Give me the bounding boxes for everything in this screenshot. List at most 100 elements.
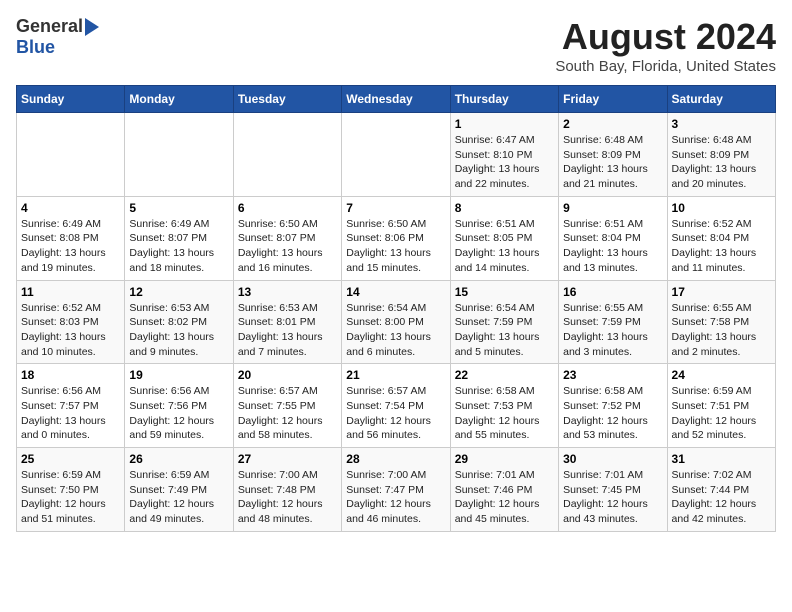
day-content: Sunrise: 7:01 AM Sunset: 7:45 PM Dayligh… [563, 468, 662, 527]
calendar-cell: 2 Sunrise: 6:48 AM Sunset: 8:09 PM Daylig… [559, 113, 667, 197]
day-number: 31 [672, 452, 771, 466]
day-content: Sunrise: 6:56 AM Sunset: 7:57 PM Dayligh… [21, 384, 120, 443]
calendar-cell: 9 Sunrise: 6:51 AM Sunset: 8:04 PM Daylig… [559, 196, 667, 280]
day-number: 6 [238, 201, 337, 215]
calendar-cell: 20Sunrise: 6:57 AM Sunset: 7:55 PM Dayli… [233, 364, 341, 448]
calendar-cell: 4 Sunrise: 6:49 AM Sunset: 8:08 PM Daylig… [17, 196, 125, 280]
day-number: 16 [563, 285, 662, 299]
day-number: 23 [563, 368, 662, 382]
calendar-week-row: 1Sunrise: 6:47 AM Sunset: 8:10 PM Daylig… [17, 113, 776, 197]
day-number: 3 [672, 117, 771, 131]
day-number: 15 [455, 285, 554, 299]
day-content: Sunrise: 6:51 AM Sunset: 8:05 PM Dayligh… [455, 217, 554, 276]
calendar-week-row: 11 Sunrise: 6:52 AM Sunset: 8:03 PM Dayli… [17, 280, 776, 364]
day-content: Sunrise: 6:50 AM Sunset: 8:07 PM Dayligh… [238, 217, 337, 276]
day-number: 8 [455, 201, 554, 215]
day-number: 2 [563, 117, 662, 131]
logo: General Blue [16, 16, 99, 58]
day-number: 13 [238, 285, 337, 299]
day-number: 7 [346, 201, 445, 215]
day-number: 4 [21, 201, 120, 215]
day-number: 26 [129, 452, 228, 466]
calendar-cell: 13 Sunrise: 6:53 AM Sunset: 8:01 PM Dayli… [233, 280, 341, 364]
header-friday: Friday [559, 86, 667, 113]
day-content: Sunrise: 6:56 AM Sunset: 7:56 PM Dayligh… [129, 384, 228, 443]
header-thursday: Thursday [450, 86, 558, 113]
calendar-cell: 22Sunrise: 6:58 AM Sunset: 7:53 PM Dayli… [450, 364, 558, 448]
calendar-cell: 14Sunrise: 6:54 AM Sunset: 8:00 PM Dayli… [342, 280, 450, 364]
calendar-cell: 11 Sunrise: 6:52 AM Sunset: 8:03 PM Dayli… [17, 280, 125, 364]
day-number: 10 [672, 201, 771, 215]
calendar-week-row: 18 Sunrise: 6:56 AM Sunset: 7:57 PM Dayli… [17, 364, 776, 448]
day-content: Sunrise: 6:55 AM Sunset: 7:58 PM Dayligh… [672, 301, 771, 360]
day-content: Sunrise: 7:00 AM Sunset: 7:48 PM Dayligh… [238, 468, 337, 527]
calendar-cell [17, 113, 125, 197]
calendar-cell: 10 Sunrise: 6:52 AM Sunset: 8:04 PM Dayli… [667, 196, 775, 280]
calendar-cell: 31 Sunrise: 7:02 AM Sunset: 7:44 PM Dayli… [667, 448, 775, 532]
calendar-cell: 8 Sunrise: 6:51 AM Sunset: 8:05 PM Daylig… [450, 196, 558, 280]
day-content: Sunrise: 6:48 AM Sunset: 8:09 PM Dayligh… [563, 133, 662, 192]
calendar-cell: 18 Sunrise: 6:56 AM Sunset: 7:57 PM Dayli… [17, 364, 125, 448]
day-number: 25 [21, 452, 120, 466]
calendar-week-row: 25 Sunrise: 6:59 AM Sunset: 7:50 PM Dayli… [17, 448, 776, 532]
header-wednesday: Wednesday [342, 86, 450, 113]
day-content: Sunrise: 6:50 AM Sunset: 8:06 PM Dayligh… [346, 217, 445, 276]
logo-blue-text: Blue [16, 37, 55, 57]
day-number: 5 [129, 201, 228, 215]
day-number: 28 [346, 452, 445, 466]
calendar-cell [342, 113, 450, 197]
day-content: Sunrise: 7:00 AM Sunset: 7:47 PM Dayligh… [346, 468, 445, 527]
calendar-cell [125, 113, 233, 197]
calendar-cell: 28 Sunrise: 7:00 AM Sunset: 7:47 PM Dayli… [342, 448, 450, 532]
calendar-cell: 27 Sunrise: 7:00 AM Sunset: 7:48 PM Dayli… [233, 448, 341, 532]
page-header: General Blue August 2024 South Bay, Flor… [16, 16, 776, 75]
calendar-table: SundayMondayTuesdayWednesdayThursdayFrid… [16, 85, 776, 532]
day-content: Sunrise: 7:01 AM Sunset: 7:46 PM Dayligh… [455, 468, 554, 527]
calendar-subtitle: South Bay, Florida, United States [555, 58, 776, 75]
day-number: 30 [563, 452, 662, 466]
day-content: Sunrise: 6:57 AM Sunset: 7:54 PM Dayligh… [346, 384, 445, 443]
calendar-cell: 15 Sunrise: 6:54 AM Sunset: 7:59 PM Dayli… [450, 280, 558, 364]
logo-arrow-icon [85, 18, 99, 36]
day-number: 9 [563, 201, 662, 215]
day-content: Sunrise: 6:55 AM Sunset: 7:59 PM Dayligh… [563, 301, 662, 360]
day-content: Sunrise: 6:51 AM Sunset: 8:04 PM Dayligh… [563, 217, 662, 276]
day-content: Sunrise: 6:48 AM Sunset: 8:09 PM Dayligh… [672, 133, 771, 192]
calendar-cell: 19 Sunrise: 6:56 AM Sunset: 7:56 PM Dayli… [125, 364, 233, 448]
day-content: Sunrise: 6:59 AM Sunset: 7:49 PM Dayligh… [129, 468, 228, 527]
day-content: Sunrise: 6:52 AM Sunset: 8:04 PM Dayligh… [672, 217, 771, 276]
calendar-cell: 30 Sunrise: 7:01 AM Sunset: 7:45 PM Dayli… [559, 448, 667, 532]
day-content: Sunrise: 6:54 AM Sunset: 7:59 PM Dayligh… [455, 301, 554, 360]
day-number: 24 [672, 368, 771, 382]
day-number: 20 [238, 368, 337, 382]
day-content: Sunrise: 6:59 AM Sunset: 7:51 PM Dayligh… [672, 384, 771, 443]
calendar-cell: 7 Sunrise: 6:50 AM Sunset: 8:06 PM Daylig… [342, 196, 450, 280]
calendar-cell: 26 Sunrise: 6:59 AM Sunset: 7:49 PM Dayli… [125, 448, 233, 532]
calendar-cell: 6 Sunrise: 6:50 AM Sunset: 8:07 PM Daylig… [233, 196, 341, 280]
logo-general-text: General [16, 16, 83, 37]
calendar-cell: 21 Sunrise: 6:57 AM Sunset: 7:54 PM Dayli… [342, 364, 450, 448]
calendar-cell: 17 Sunrise: 6:55 AM Sunset: 7:58 PM Dayli… [667, 280, 775, 364]
calendar-title: August 2024 [555, 16, 776, 58]
day-content: Sunrise: 7:02 AM Sunset: 7:44 PM Dayligh… [672, 468, 771, 527]
day-number: 1 [455, 117, 554, 131]
calendar-cell: 5Sunrise: 6:49 AM Sunset: 8:07 PM Daylig… [125, 196, 233, 280]
day-content: Sunrise: 6:53 AM Sunset: 8:02 PM Dayligh… [129, 301, 228, 360]
day-number: 11 [21, 285, 120, 299]
day-content: Sunrise: 6:49 AM Sunset: 8:08 PM Dayligh… [21, 217, 120, 276]
day-number: 21 [346, 368, 445, 382]
calendar-cell: 12Sunrise: 6:53 AM Sunset: 8:02 PM Dayli… [125, 280, 233, 364]
calendar-cell: 24 Sunrise: 6:59 AM Sunset: 7:51 PM Dayli… [667, 364, 775, 448]
day-number: 17 [672, 285, 771, 299]
header-monday: Monday [125, 86, 233, 113]
day-number: 27 [238, 452, 337, 466]
day-number: 18 [21, 368, 120, 382]
day-content: Sunrise: 6:59 AM Sunset: 7:50 PM Dayligh… [21, 468, 120, 527]
header-sunday: Sunday [17, 86, 125, 113]
calendar-week-row: 4 Sunrise: 6:49 AM Sunset: 8:08 PM Daylig… [17, 196, 776, 280]
day-number: 29 [455, 452, 554, 466]
day-content: Sunrise: 6:52 AM Sunset: 8:03 PM Dayligh… [21, 301, 120, 360]
day-content: Sunrise: 6:53 AM Sunset: 8:01 PM Dayligh… [238, 301, 337, 360]
day-number: 19 [129, 368, 228, 382]
day-content: Sunrise: 6:58 AM Sunset: 7:52 PM Dayligh… [563, 384, 662, 443]
